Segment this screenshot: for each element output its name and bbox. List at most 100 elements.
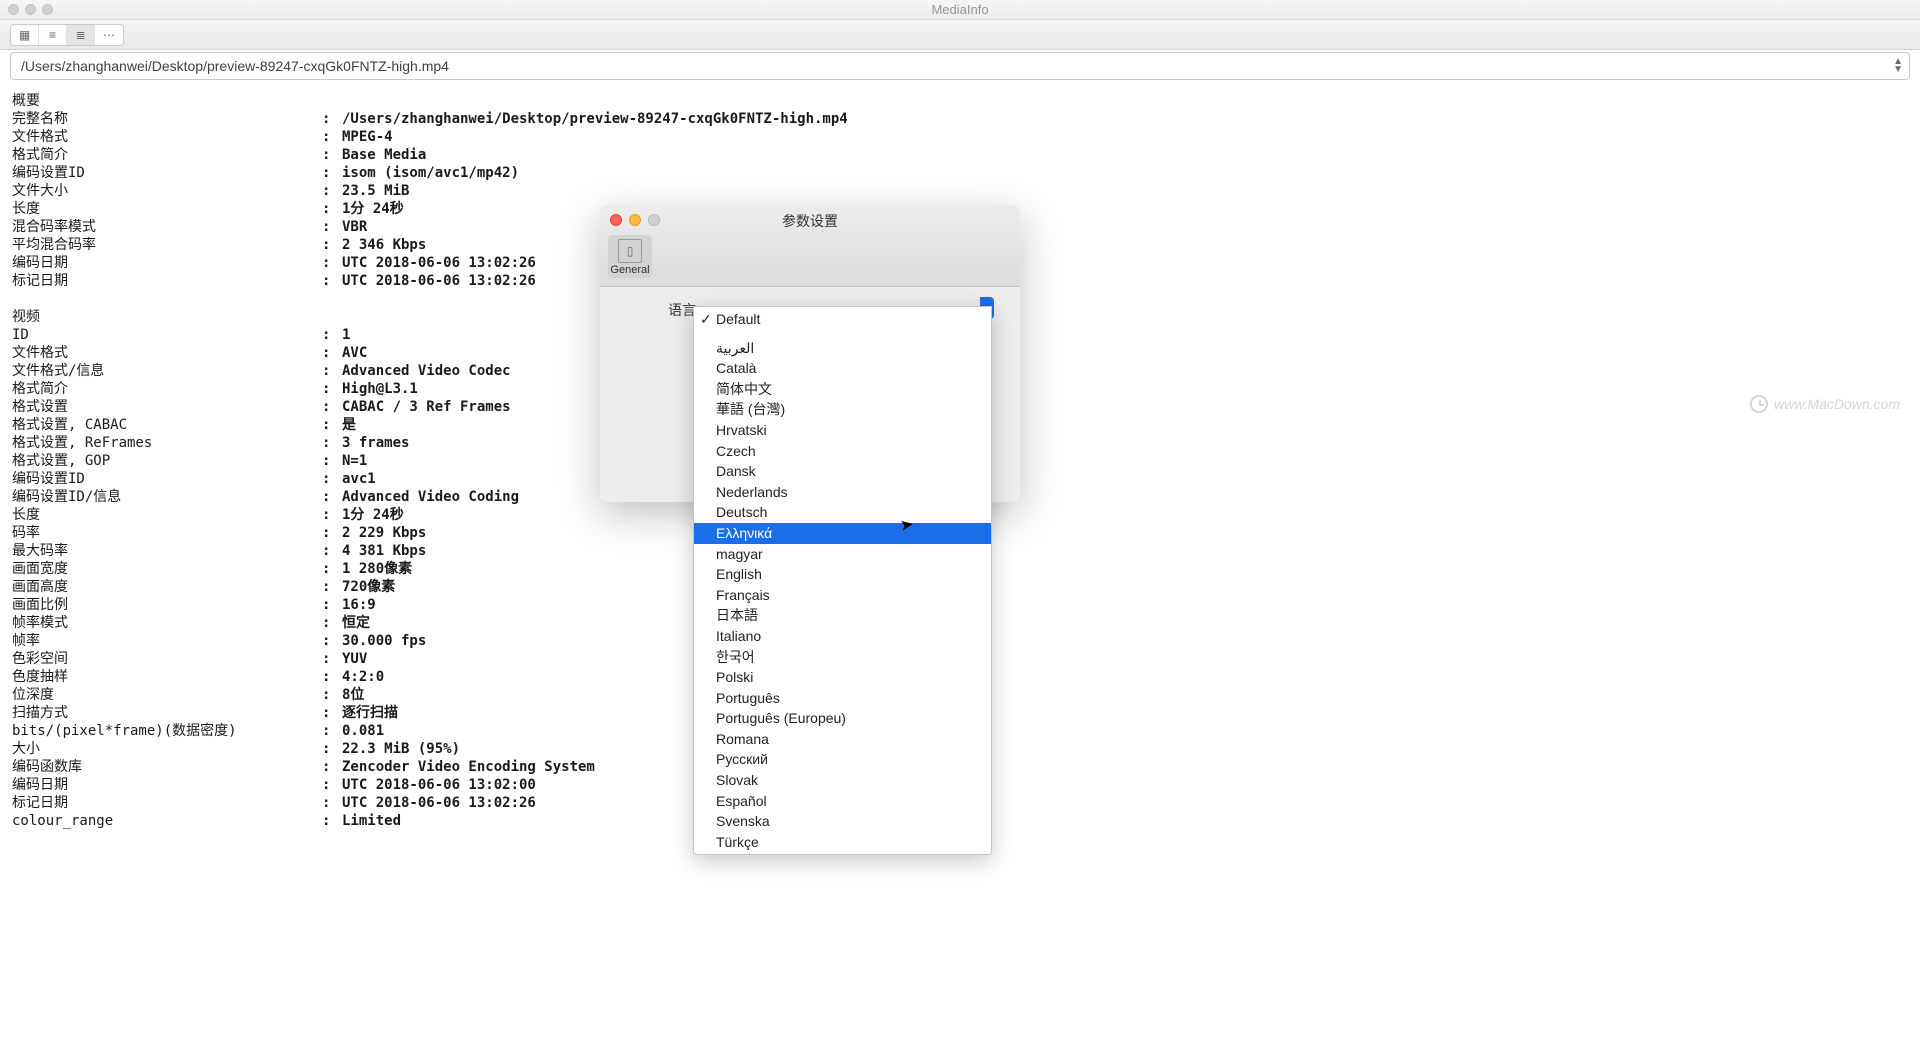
info-value: 逐行扫描 bbox=[342, 704, 1908, 722]
info-row: 完整名称:/Users/zhanghanwei/Desktop/preview-… bbox=[12, 110, 1908, 128]
info-value: 720像素 bbox=[342, 578, 1908, 596]
info-key: 编码日期 bbox=[12, 776, 322, 794]
colon: : bbox=[322, 560, 342, 578]
info-value: N=1 bbox=[342, 452, 1908, 470]
view-more-icon[interactable]: ⋯ bbox=[95, 25, 123, 45]
language-option[interactable]: Czech bbox=[694, 441, 991, 462]
language-option[interactable]: Français bbox=[694, 585, 991, 606]
info-value: 4:2:0 bbox=[342, 668, 1908, 686]
language-option[interactable]: Svenska bbox=[694, 811, 991, 832]
language-option[interactable]: Dansk bbox=[694, 461, 991, 482]
info-value: 1 bbox=[342, 326, 1908, 344]
info-key: 编码设置ID/信息 bbox=[12, 488, 322, 506]
info-value: Limited bbox=[342, 812, 1908, 830]
tab-general-label: General bbox=[610, 264, 650, 276]
window-title: MediaInfo bbox=[0, 2, 1920, 17]
info-value: 30.000 fps bbox=[342, 632, 1908, 650]
close-icon[interactable] bbox=[8, 4, 19, 15]
colon: : bbox=[322, 398, 342, 416]
colon: : bbox=[322, 146, 342, 164]
info-key: 完整名称 bbox=[12, 110, 322, 128]
language-option[interactable]: Slovak bbox=[694, 770, 991, 791]
info-value: 16:9 bbox=[342, 596, 1908, 614]
info-value: isom (isom/avc1/mp42) bbox=[342, 164, 1908, 182]
language-option[interactable]: Polski bbox=[694, 667, 991, 688]
colon: : bbox=[322, 650, 342, 668]
info-row: 文件格式:MPEG-4 bbox=[12, 128, 1908, 146]
info-value: Advanced Video Codec bbox=[342, 362, 1908, 380]
info-key: 帧率模式 bbox=[12, 614, 322, 632]
minimize-icon[interactable] bbox=[629, 214, 641, 226]
info-row: 编码设置ID:isom (isom/avc1/mp42) bbox=[12, 164, 1908, 182]
language-option[interactable]: Español bbox=[694, 791, 991, 812]
info-row: 格式简介:Base Media bbox=[12, 146, 1908, 164]
view-mode-segment[interactable]: ▦ ≡ ≣ ⋯ bbox=[10, 24, 124, 46]
info-value: 3 frames bbox=[342, 434, 1908, 452]
info-key: 最大码率 bbox=[12, 542, 322, 560]
language-option[interactable]: Default bbox=[694, 309, 991, 330]
colon: : bbox=[322, 740, 342, 758]
language-dropdown[interactable]: Default العربيةCatalà简体中文華語 (台灣)HrvatskiC… bbox=[693, 306, 992, 855]
colon: : bbox=[322, 236, 342, 254]
info-value: VBR bbox=[342, 218, 1908, 236]
colon: : bbox=[322, 506, 342, 524]
language-option[interactable]: Türkçe bbox=[694, 832, 991, 853]
info-value: /Users/zhanghanwei/Desktop/preview-89247… bbox=[342, 110, 1908, 128]
view-list-icon[interactable]: ≡ bbox=[39, 25, 67, 45]
colon: : bbox=[322, 488, 342, 506]
colon: : bbox=[322, 812, 342, 830]
info-key: 格式设置, ReFrames bbox=[12, 434, 322, 452]
colon: : bbox=[322, 164, 342, 182]
general-icon: ▯ bbox=[618, 239, 642, 263]
language-option[interactable]: Italiano bbox=[694, 626, 991, 647]
info-key: 格式设置 bbox=[12, 398, 322, 416]
info-key: 标记日期 bbox=[12, 794, 322, 812]
colon: : bbox=[322, 362, 342, 380]
language-option[interactable]: Deutsch bbox=[694, 502, 991, 523]
language-option[interactable]: Русский bbox=[694, 749, 991, 770]
language-option[interactable]: 日本語 bbox=[694, 605, 991, 626]
info-key: 画面高度 bbox=[12, 578, 322, 596]
info-value: 2 229 Kbps bbox=[342, 524, 1908, 542]
language-option[interactable]: English bbox=[694, 564, 991, 585]
language-option[interactable]: magyar bbox=[694, 544, 991, 565]
language-option[interactable]: Hrvatski bbox=[694, 420, 991, 441]
file-path-text: /Users/zhanghanwei/Desktop/preview-89247… bbox=[21, 58, 449, 74]
language-option[interactable]: Nederlands bbox=[694, 482, 991, 503]
file-path-combobox[interactable]: /Users/zhanghanwei/Desktop/preview-89247… bbox=[10, 52, 1910, 80]
colon: : bbox=[322, 668, 342, 686]
info-value: MPEG-4 bbox=[342, 128, 1908, 146]
info-key: 格式设置, GOP bbox=[12, 452, 322, 470]
language-option[interactable]: 简体中文 bbox=[694, 379, 991, 400]
colon: : bbox=[322, 326, 342, 344]
info-value: CABAC / 3 Ref Frames bbox=[342, 398, 1908, 416]
colon: : bbox=[322, 434, 342, 452]
colon: : bbox=[322, 182, 342, 200]
info-key: 色度抽样 bbox=[12, 668, 322, 686]
info-key: 平均混合码率 bbox=[12, 236, 322, 254]
view-grid-icon[interactable]: ▦ bbox=[11, 25, 39, 45]
zoom-icon[interactable] bbox=[648, 214, 660, 226]
close-icon[interactable] bbox=[610, 214, 622, 226]
language-option[interactable]: 華語 (台灣) bbox=[694, 399, 991, 420]
view-columns-icon[interactable]: ≣ bbox=[67, 25, 95, 45]
language-option[interactable]: العربية bbox=[694, 338, 991, 359]
info-value: 恒定 bbox=[342, 614, 1908, 632]
colon: : bbox=[322, 200, 342, 218]
colon: : bbox=[322, 218, 342, 236]
colon: : bbox=[322, 542, 342, 560]
language-option[interactable]: Português bbox=[694, 688, 991, 709]
minimize-icon[interactable] bbox=[25, 4, 36, 15]
zoom-icon[interactable] bbox=[42, 4, 53, 15]
info-value: UTC 2018-06-06 13:02:26 bbox=[342, 272, 1908, 290]
language-option[interactable]: Romana bbox=[694, 729, 991, 750]
colon: : bbox=[322, 128, 342, 146]
info-key: 码率 bbox=[12, 524, 322, 542]
language-option[interactable]: Ελληνικά bbox=[694, 523, 991, 544]
language-option[interactable]: 한국어 bbox=[694, 647, 991, 668]
tab-general[interactable]: ▯ General bbox=[608, 235, 652, 278]
info-value: 0.081 bbox=[342, 722, 1908, 740]
language-option[interactable]: Català bbox=[694, 358, 991, 379]
watermark-text: www.MacDown.com bbox=[1774, 396, 1900, 412]
language-option[interactable]: Português (Europeu) bbox=[694, 708, 991, 729]
